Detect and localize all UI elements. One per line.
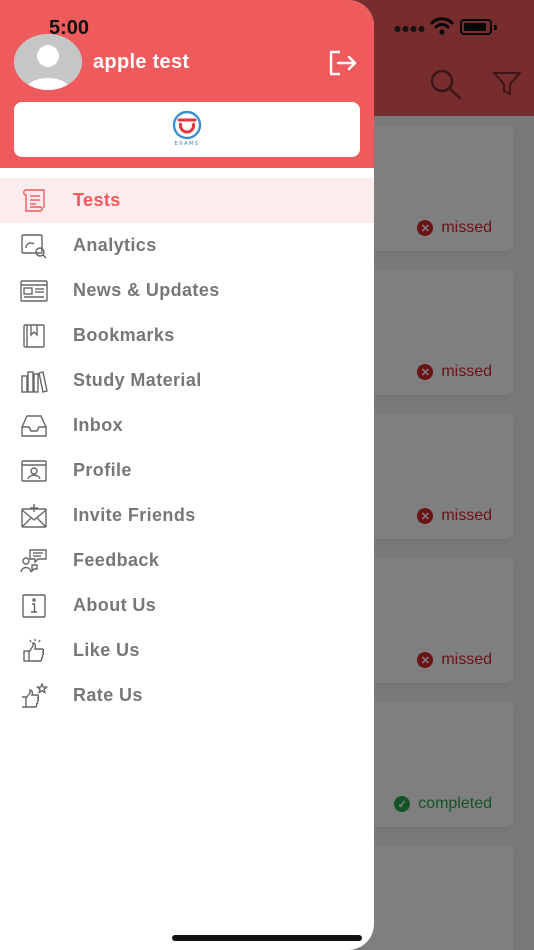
books-icon	[20, 368, 48, 394]
menu-label: Inbox	[73, 415, 123, 435]
menu-label: Feedback	[73, 550, 160, 570]
thumbs-up-icon	[20, 638, 48, 664]
menu-label: Tests	[73, 190, 121, 210]
logo-text: EXAMS	[174, 141, 200, 147]
avatar[interactable]	[14, 34, 82, 90]
menu-label: About Us	[73, 595, 157, 615]
menu-item-about-us[interactable]: About Us	[0, 583, 374, 628]
brand-logo: EXAMS	[169, 110, 205, 151]
logout-icon[interactable]	[328, 50, 358, 76]
menu-item-rate-us[interactable]: Rate Us	[0, 673, 374, 718]
menu-label: Bookmarks	[73, 325, 175, 345]
invite-envelope-icon	[20, 503, 48, 529]
user-name: apple test	[93, 51, 190, 73]
menu-item-inbox[interactable]: Inbox	[0, 403, 374, 448]
drawer-menu: Tests Analytics News & Updates Bookmarks…	[0, 178, 374, 718]
info-icon	[20, 593, 48, 619]
menu-item-like-us[interactable]: Like Us	[0, 628, 374, 673]
rate-star-icon	[20, 682, 49, 709]
menu-label: Like Us	[73, 640, 140, 660]
menu-label: Profile	[73, 460, 132, 480]
menu-label: Analytics	[73, 235, 157, 255]
logo-icon	[172, 110, 202, 140]
inbox-icon	[20, 413, 48, 439]
menu-label: News & Updates	[73, 280, 220, 300]
feedback-icon	[20, 548, 48, 574]
drawer-header: 5:00 apple test EXAMS	[0, 0, 374, 168]
menu-label: Invite Friends	[73, 505, 196, 525]
menu-item-news-updates[interactable]: News & Updates	[0, 268, 374, 313]
user-avatar-icon	[14, 34, 82, 90]
analytics-icon	[20, 233, 48, 259]
brand-logo-card: EXAMS	[14, 102, 360, 157]
menu-item-bookmarks[interactable]: Bookmarks	[0, 313, 374, 358]
menu-item-profile[interactable]: Profile	[0, 448, 374, 493]
navigation-drawer: 5:00 apple test EXAMS Tests Analytics Ne…	[0, 0, 374, 950]
menu-item-analytics[interactable]: Analytics	[0, 223, 374, 268]
home-indicator	[172, 935, 362, 941]
menu-label: Study Material	[73, 370, 202, 390]
profile-icon	[20, 458, 48, 484]
test-scroll-icon	[20, 188, 48, 214]
menu-label: Rate Us	[73, 685, 143, 705]
bookmark-icon	[20, 323, 48, 349]
menu-item-study-material[interactable]: Study Material	[0, 358, 374, 403]
newspaper-icon	[20, 278, 48, 304]
menu-item-invite-friends[interactable]: Invite Friends	[0, 493, 374, 538]
menu-item-feedback[interactable]: Feedback	[0, 538, 374, 583]
menu-item-tests[interactable]: Tests	[0, 178, 374, 223]
